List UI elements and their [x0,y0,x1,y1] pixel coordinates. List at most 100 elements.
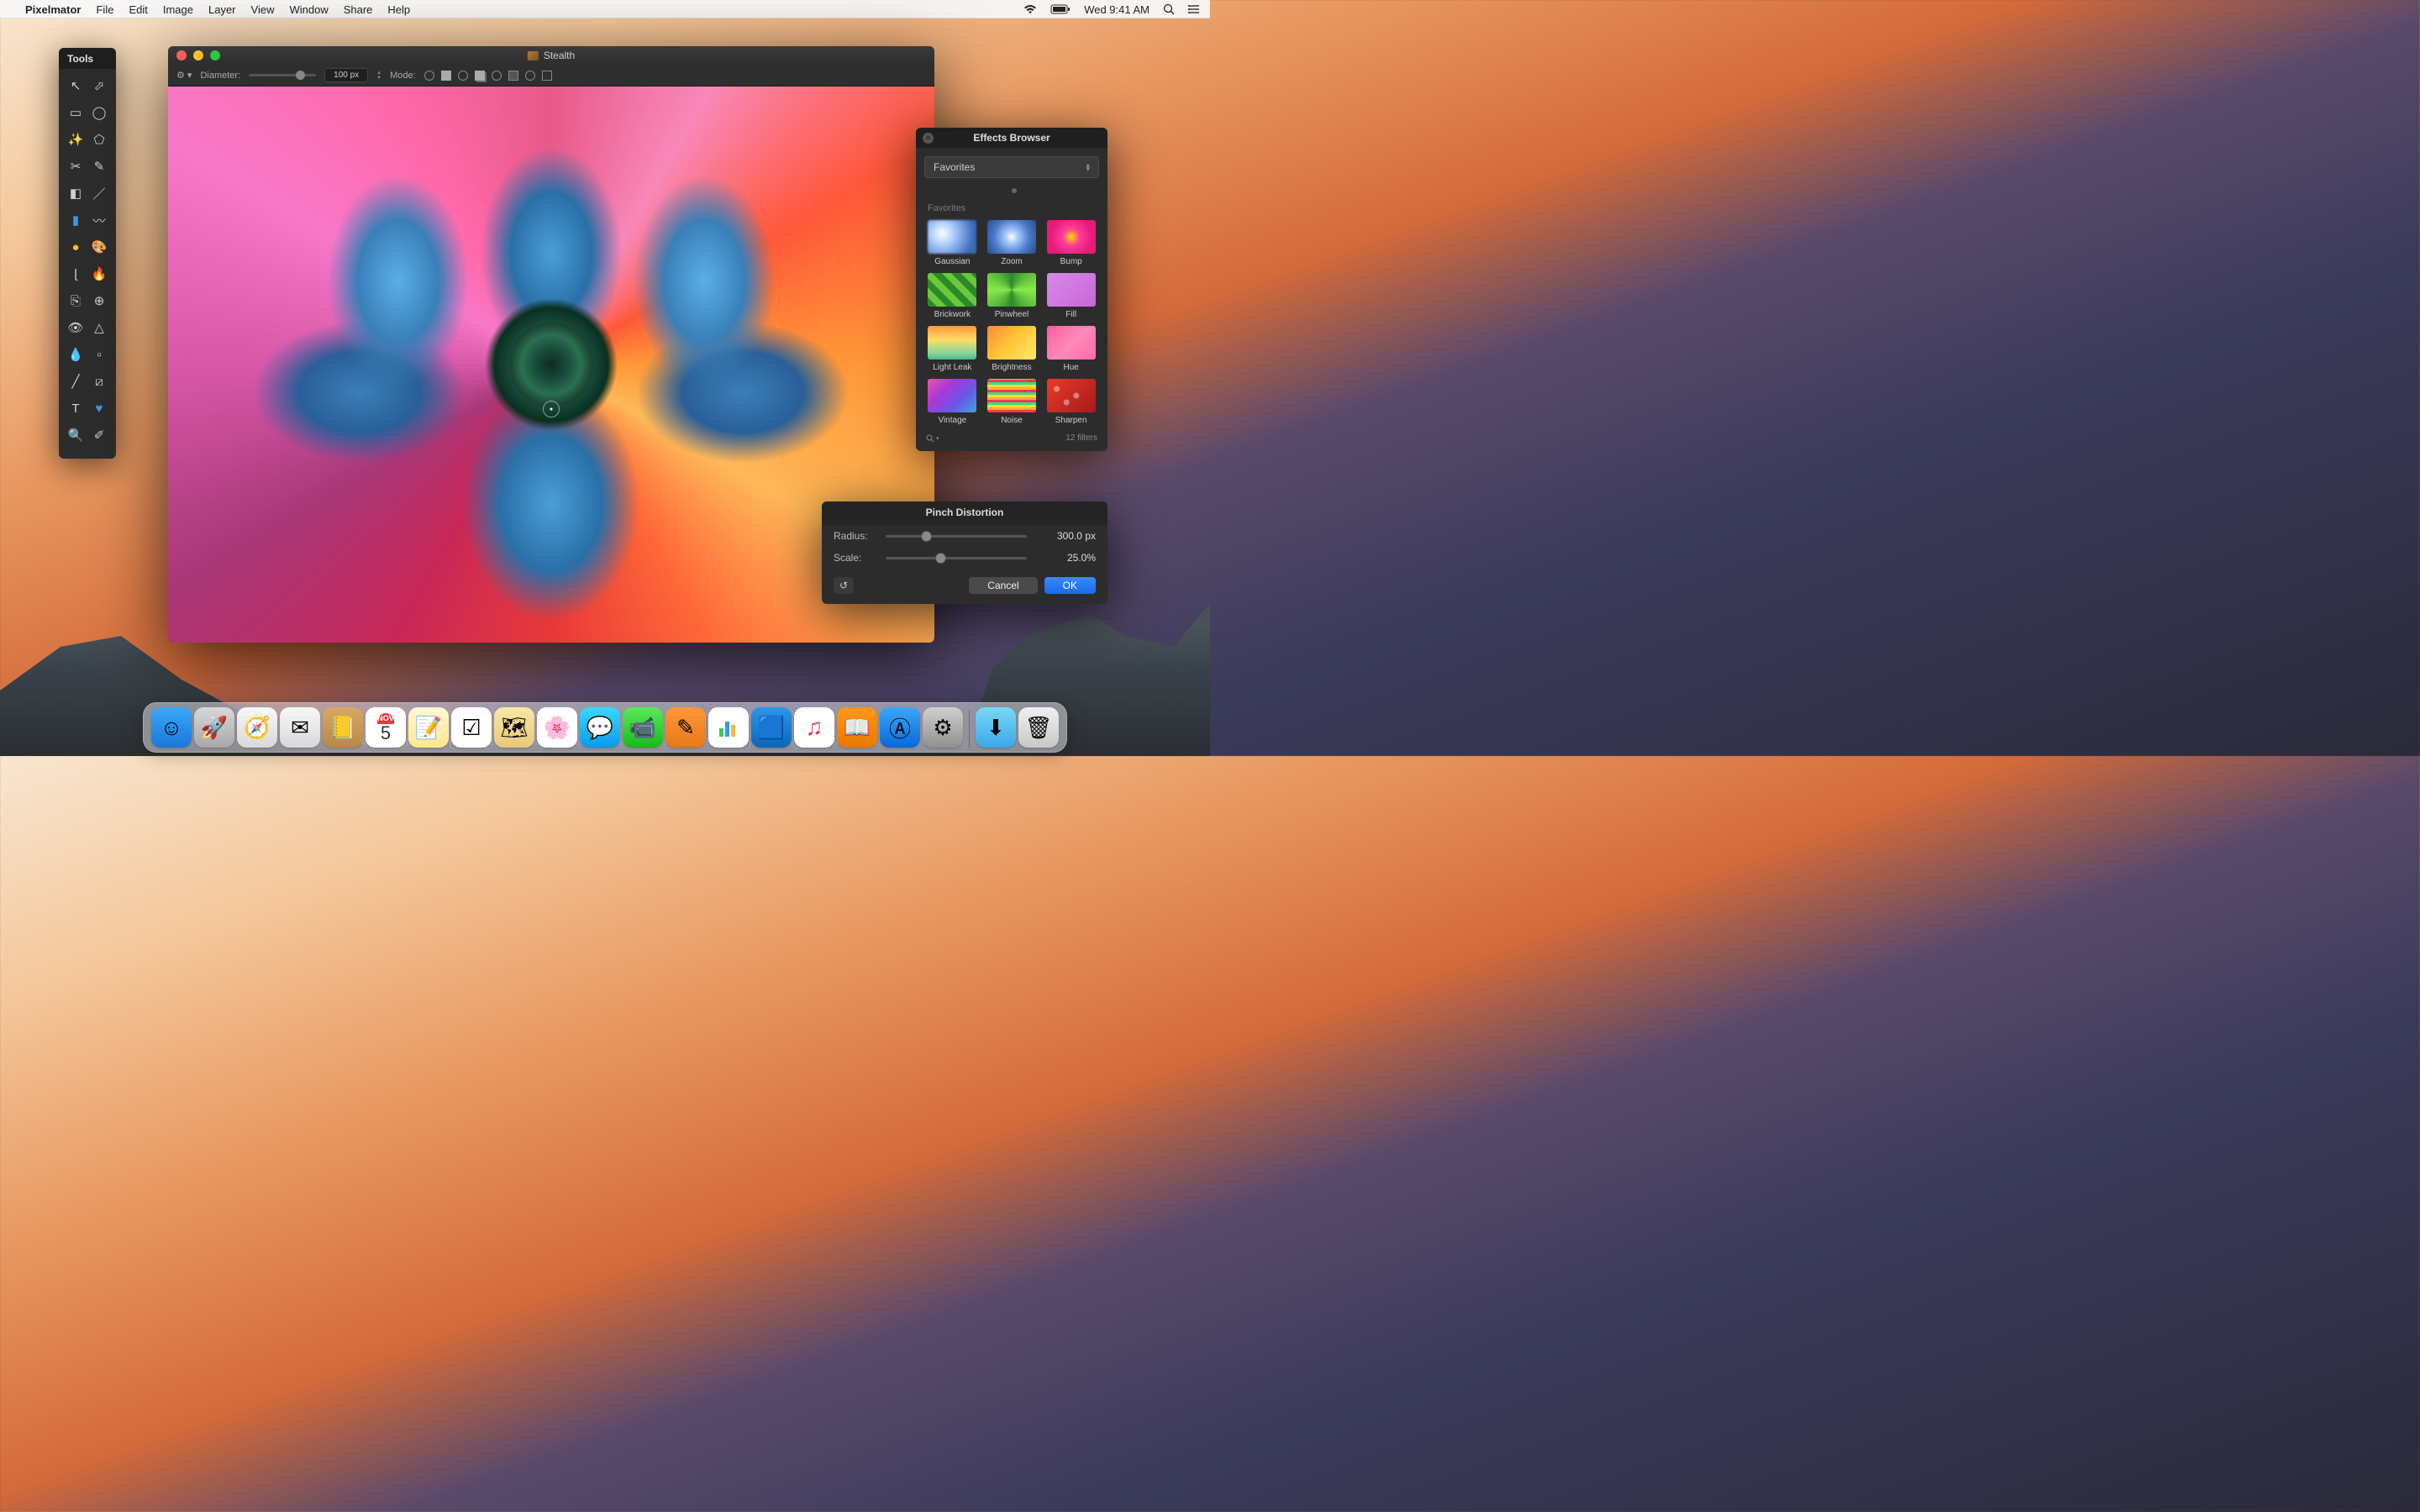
reset-button[interactable]: ↺ [834,577,854,594]
dock-calendar[interactable]: NOV5 [366,707,406,748]
sharpen-tool[interactable]: △ [87,316,111,339]
window-zoom-button[interactable] [210,50,220,60]
eyedropper-tool[interactable]: ✐ [87,423,111,447]
heal-tool[interactable]: ⊕ [87,289,111,312]
mode-front-icon[interactable] [525,71,535,81]
dock-reminders[interactable]: ☑ [451,707,492,748]
dock-maps[interactable]: 🗺 [494,707,534,748]
dock-numbers[interactable] [708,707,749,748]
menu-share[interactable]: Share [344,3,373,16]
menu-file[interactable]: File [96,3,113,16]
crop-tool[interactable]: ✂ [64,155,87,178]
brush-tool[interactable]: ɭ [64,262,87,286]
dock-downloads[interactable]: ⬇ [976,707,1016,748]
pixel-tool[interactable]: ▫ [87,343,111,366]
gradient-tool[interactable]: ▮ [64,208,87,232]
mode-behind-icon[interactable] [508,71,518,81]
mode-intersect-icon[interactable] [475,71,485,81]
effects-category-dropdown[interactable]: Favorites ▴▾ [924,156,1099,178]
pinch-distortion-panel[interactable]: Pinch Distortion Radius: 300.0 px Scale:… [822,501,1107,604]
sponge-tool[interactable]: ● [64,235,87,259]
window-minimize-button[interactable] [193,50,203,60]
effect-pinwheel[interactable]: Pinwheel [984,273,1040,319]
paint-tool[interactable]: ／ [87,181,111,205]
menu-view[interactable]: View [251,3,275,16]
eraser-tool[interactable]: ◧ [64,181,87,205]
dock-appstore[interactable]: Ⓐ [880,707,920,748]
smudge-tool[interactable]: 〰 [87,208,111,232]
shape-tool[interactable]: ♥ [87,396,111,420]
scale-value[interactable]: 25.0% [1035,552,1096,564]
line-tool[interactable]: ╱ [64,370,87,393]
tools-panel[interactable]: Tools ↖⬀▭◯✨⬠✂✎◧／▮〰●🎨ɭ🔥⎘⊕👁△💧▫╱⧄T♥🔍✐ [59,48,116,459]
dock-ibooks[interactable]: 📖 [837,707,877,748]
dock-photos[interactable]: 🌸 [537,707,577,748]
dock-messages[interactable]: 💬 [580,707,620,748]
spotlight-icon[interactable] [1163,3,1175,15]
document-canvas[interactable] [168,87,934,643]
window-titlebar[interactable]: Stealth [168,46,934,65]
clone-tool[interactable]: ⎘ [64,289,87,312]
battery-icon[interactable] [1050,4,1071,14]
zoom-tool[interactable]: 🔍 [64,423,87,447]
menu-help[interactable]: Help [387,3,410,16]
scale-slider[interactable] [886,557,1027,559]
dock-finder[interactable]: ☺ [151,707,192,748]
cancel-button[interactable]: Cancel [969,577,1037,594]
selection-tool[interactable]: ⬀ [87,74,111,97]
effects-thumb-size-slider[interactable] [924,186,1099,195]
notification-center-icon[interactable] [1188,4,1200,14]
red-eye-tool[interactable]: 👁 [64,316,87,339]
dock-pages[interactable]: ✎ [666,707,706,748]
polygonal-lasso-tool[interactable]: ⬠ [87,128,111,151]
color-picker-tool[interactable]: 🎨 [87,235,111,259]
effect-brickwork[interactable]: Brickwork [924,273,981,319]
menu-layer[interactable]: Layer [208,3,236,16]
type-tool[interactable]: T [64,396,87,420]
lasso-tool[interactable]: ◯ [87,101,111,124]
document-proxy-icon[interactable] [528,51,539,60]
window-close-button[interactable] [176,50,187,60]
slice-tool[interactable]: ⧄ [87,370,111,393]
radius-value[interactable]: 300.0 px [1035,530,1096,542]
diameter-stepper[interactable]: ▲▼ [376,71,381,81]
dock-trash[interactable]: 🗑 [1018,707,1059,748]
effect-brightness[interactable]: Brightness [984,326,1040,372]
dock-notes[interactable]: 📝 [408,707,449,748]
blur-tool[interactable]: 💧 [64,343,87,366]
marquee-tool[interactable]: ▭ [64,101,87,124]
effects-search[interactable]: ▾ [926,434,939,443]
pen-tool[interactable]: ✎ [87,155,111,178]
dock-keynote[interactable]: 🟦 [751,707,792,748]
effect-sharpen[interactable]: Sharpen [1043,379,1099,425]
menu-window[interactable]: Window [289,3,328,16]
mode-subtract-icon[interactable] [458,71,468,81]
dock-safari[interactable]: 🧭 [237,707,277,748]
effect-gaussian[interactable]: Gaussian [924,220,981,266]
effect-zoom[interactable]: Zoom [984,220,1040,266]
dock-itunes[interactable]: ♫ [794,707,834,748]
radius-slider[interactable] [886,535,1027,538]
effects-close-button[interactable]: ✕ [923,133,934,144]
menu-image[interactable]: Image [163,3,193,16]
mode-normal-icon[interactable] [424,71,434,81]
effects-browser-panel[interactable]: ✕ Effects Browser Favorites ▴▾ Favorites… [916,128,1107,451]
effect-light-leak[interactable]: Light Leak [924,326,981,372]
dock-facetime[interactable]: 📹 [623,707,663,748]
dock-launchpad[interactable]: 🚀 [194,707,234,748]
move-tool[interactable]: ↖ [64,74,87,97]
effect-vintage[interactable]: Vintage [924,379,981,425]
dock-mail[interactable]: ✉ [280,707,320,748]
effect-noise[interactable]: Noise [984,379,1040,425]
app-menu[interactable]: Pixelmator [25,3,81,16]
effect-target-cursor[interactable] [543,401,560,417]
burn-tool[interactable]: 🔥 [87,262,111,286]
dock-sysprefs[interactable]: ⚙ [923,707,963,748]
effect-hue[interactable]: Hue [1043,326,1099,372]
mode-add-icon[interactable] [441,71,451,81]
dock-contacts[interactable]: 📒 [323,707,363,748]
wifi-icon[interactable] [1023,4,1037,14]
diameter-value[interactable]: 100 px [324,68,368,82]
menu-edit[interactable]: Edit [129,3,147,16]
effect-bump[interactable]: Bump [1043,220,1099,266]
